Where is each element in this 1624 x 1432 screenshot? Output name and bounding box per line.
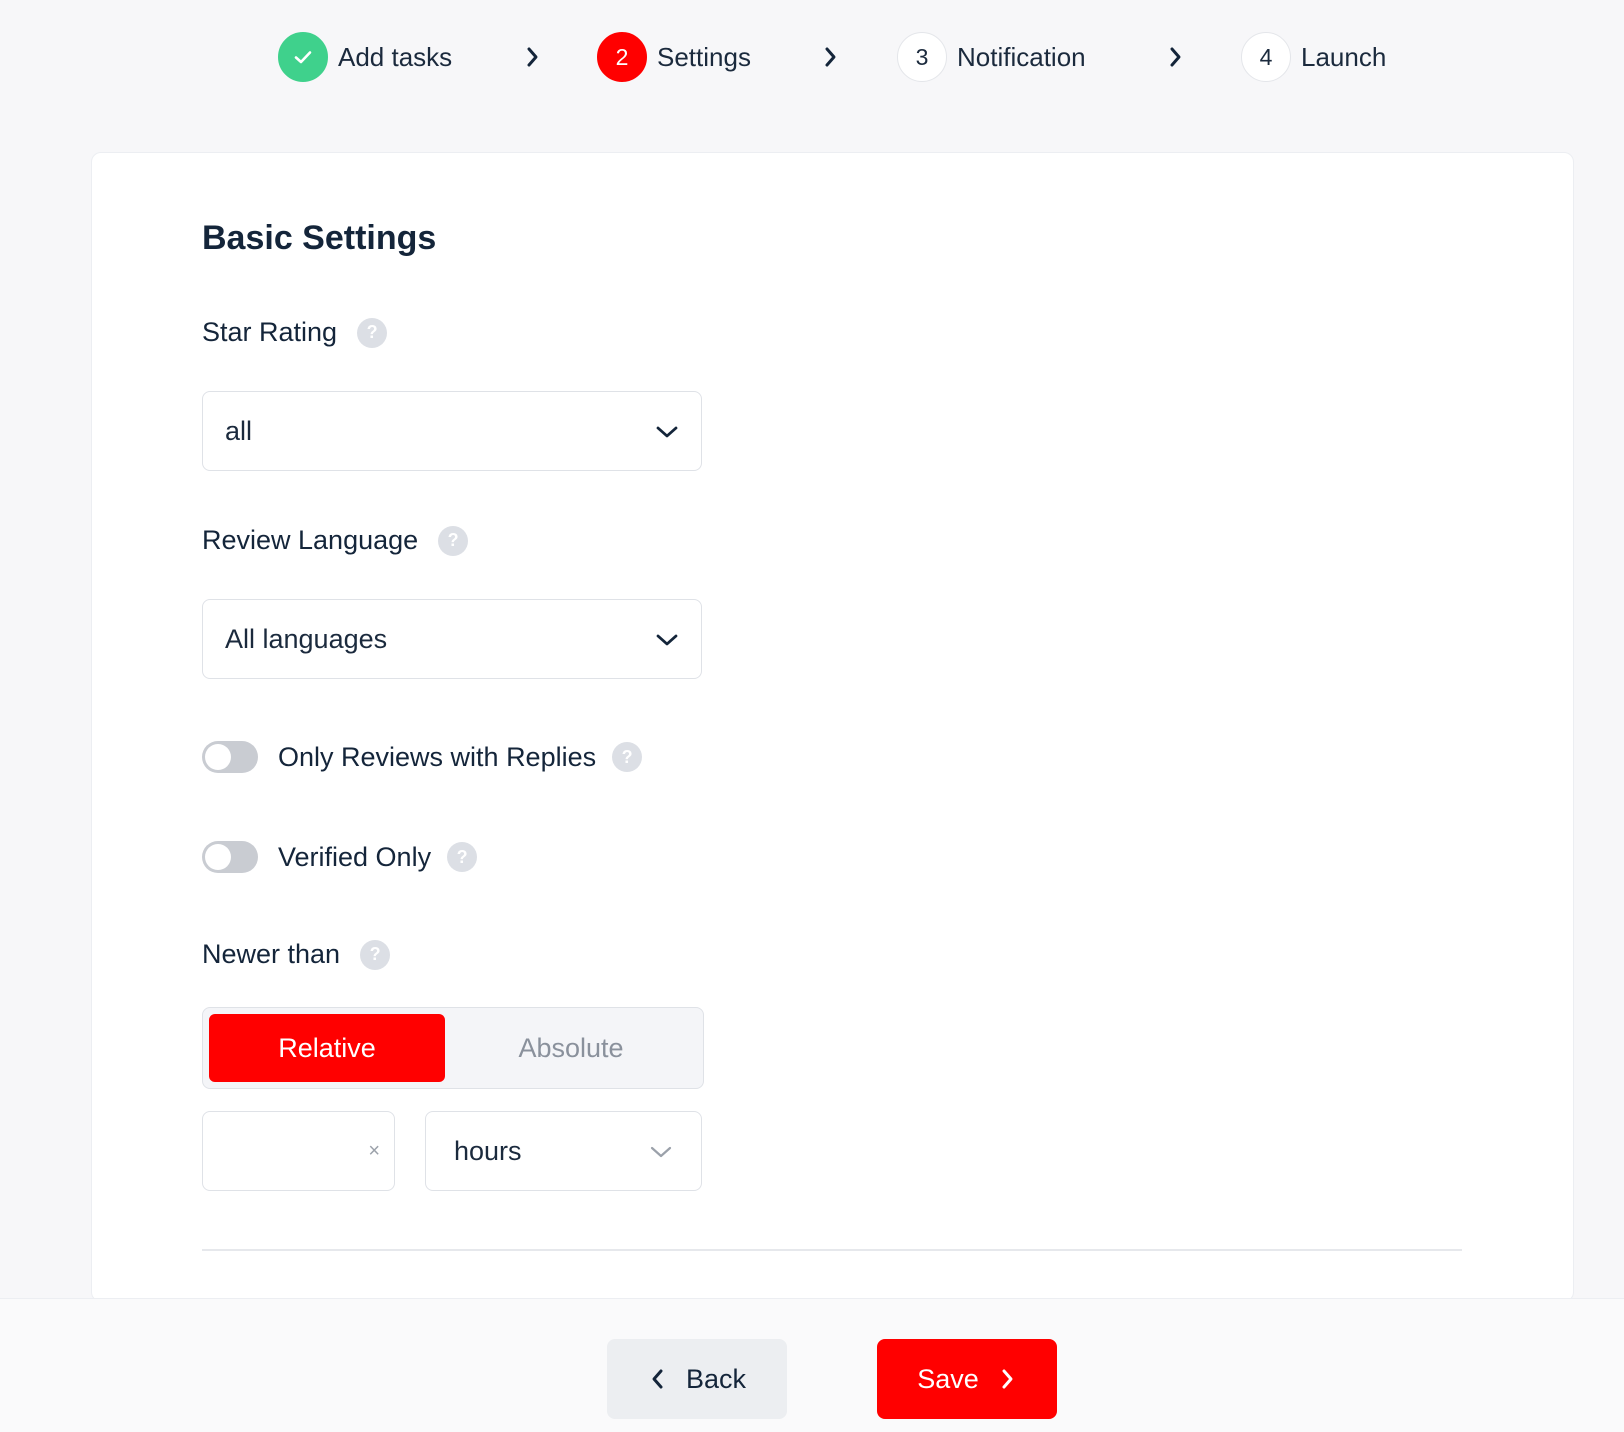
chevron-down-icon xyxy=(655,624,679,655)
section-title: Basic Settings xyxy=(202,219,437,257)
step-number: 3 xyxy=(897,32,947,82)
back-button[interactable]: Back xyxy=(607,1339,787,1419)
review-language-select[interactable]: All languages xyxy=(202,599,702,679)
checkmark-icon xyxy=(278,32,328,82)
newer-than-unit-select[interactable]: hours xyxy=(425,1111,702,1191)
save-label: Save xyxy=(917,1363,979,1394)
help-icon[interactable]: ? xyxy=(360,939,391,970)
star-rating-select[interactable]: all xyxy=(202,391,702,471)
step-notification[interactable]: 3 Notification xyxy=(897,32,1086,82)
help-icon[interactable]: ? xyxy=(447,842,478,872)
footer-bar: Back Save xyxy=(0,1298,1624,1432)
chevron-down-icon xyxy=(649,1136,673,1167)
verified-only-label: Verified Only xyxy=(278,841,432,872)
step-launch[interactable]: 4 Launch xyxy=(1241,32,1386,82)
toggle-knob xyxy=(205,844,231,870)
only-replies-toggle[interactable] xyxy=(202,741,258,773)
back-label: Back xyxy=(685,1363,747,1394)
newer-than-label: Newer than ? xyxy=(202,939,391,970)
help-icon[interactable]: ? xyxy=(612,742,643,772)
divider xyxy=(202,1249,1462,1251)
chevron-right-icon xyxy=(1165,42,1185,72)
step-number: 2 xyxy=(597,32,647,82)
verified-only-row: Verified Only ? xyxy=(202,841,478,873)
help-icon[interactable]: ? xyxy=(357,317,388,348)
step-label: Settings xyxy=(657,41,751,72)
step-label: Add tasks xyxy=(338,41,453,72)
only-replies-row: Only Reviews with Replies ? xyxy=(202,741,643,773)
chevron-right-icon xyxy=(820,42,840,72)
step-add-tasks[interactable]: Add tasks xyxy=(278,32,452,82)
step-label: Launch xyxy=(1301,41,1387,72)
newer-than-amount-input[interactable]: × xyxy=(202,1111,395,1191)
clear-icon[interactable]: × xyxy=(368,1140,380,1163)
relative-mode-button[interactable]: Relative xyxy=(209,1014,445,1082)
only-replies-label: Only Reviews with Replies xyxy=(278,741,597,772)
step-label: Notification xyxy=(957,41,1086,72)
stepper: Add tasks 2 Settings 3 Notification 4 La… xyxy=(0,0,1624,120)
chevron-down-icon xyxy=(655,416,679,447)
save-button[interactable]: Save xyxy=(877,1339,1057,1419)
step-number: 4 xyxy=(1241,32,1291,82)
settings-card: Basic Settings Star Rating ? all Review … xyxy=(91,152,1574,1302)
help-icon[interactable]: ? xyxy=(438,525,469,556)
newer-than-mode-switch: Relative Absolute xyxy=(202,1007,704,1089)
chevron-right-icon xyxy=(997,1365,1017,1393)
chevron-right-icon xyxy=(522,42,542,72)
step-settings[interactable]: 2 Settings xyxy=(597,32,751,82)
verified-only-toggle[interactable] xyxy=(202,841,258,873)
chevron-left-icon xyxy=(648,1365,668,1393)
star-rating-label: Star Rating ? xyxy=(202,317,388,348)
toggle-knob xyxy=(205,744,231,770)
review-language-label: Review Language ? xyxy=(202,525,469,556)
absolute-mode-button[interactable]: Absolute xyxy=(445,1014,697,1082)
